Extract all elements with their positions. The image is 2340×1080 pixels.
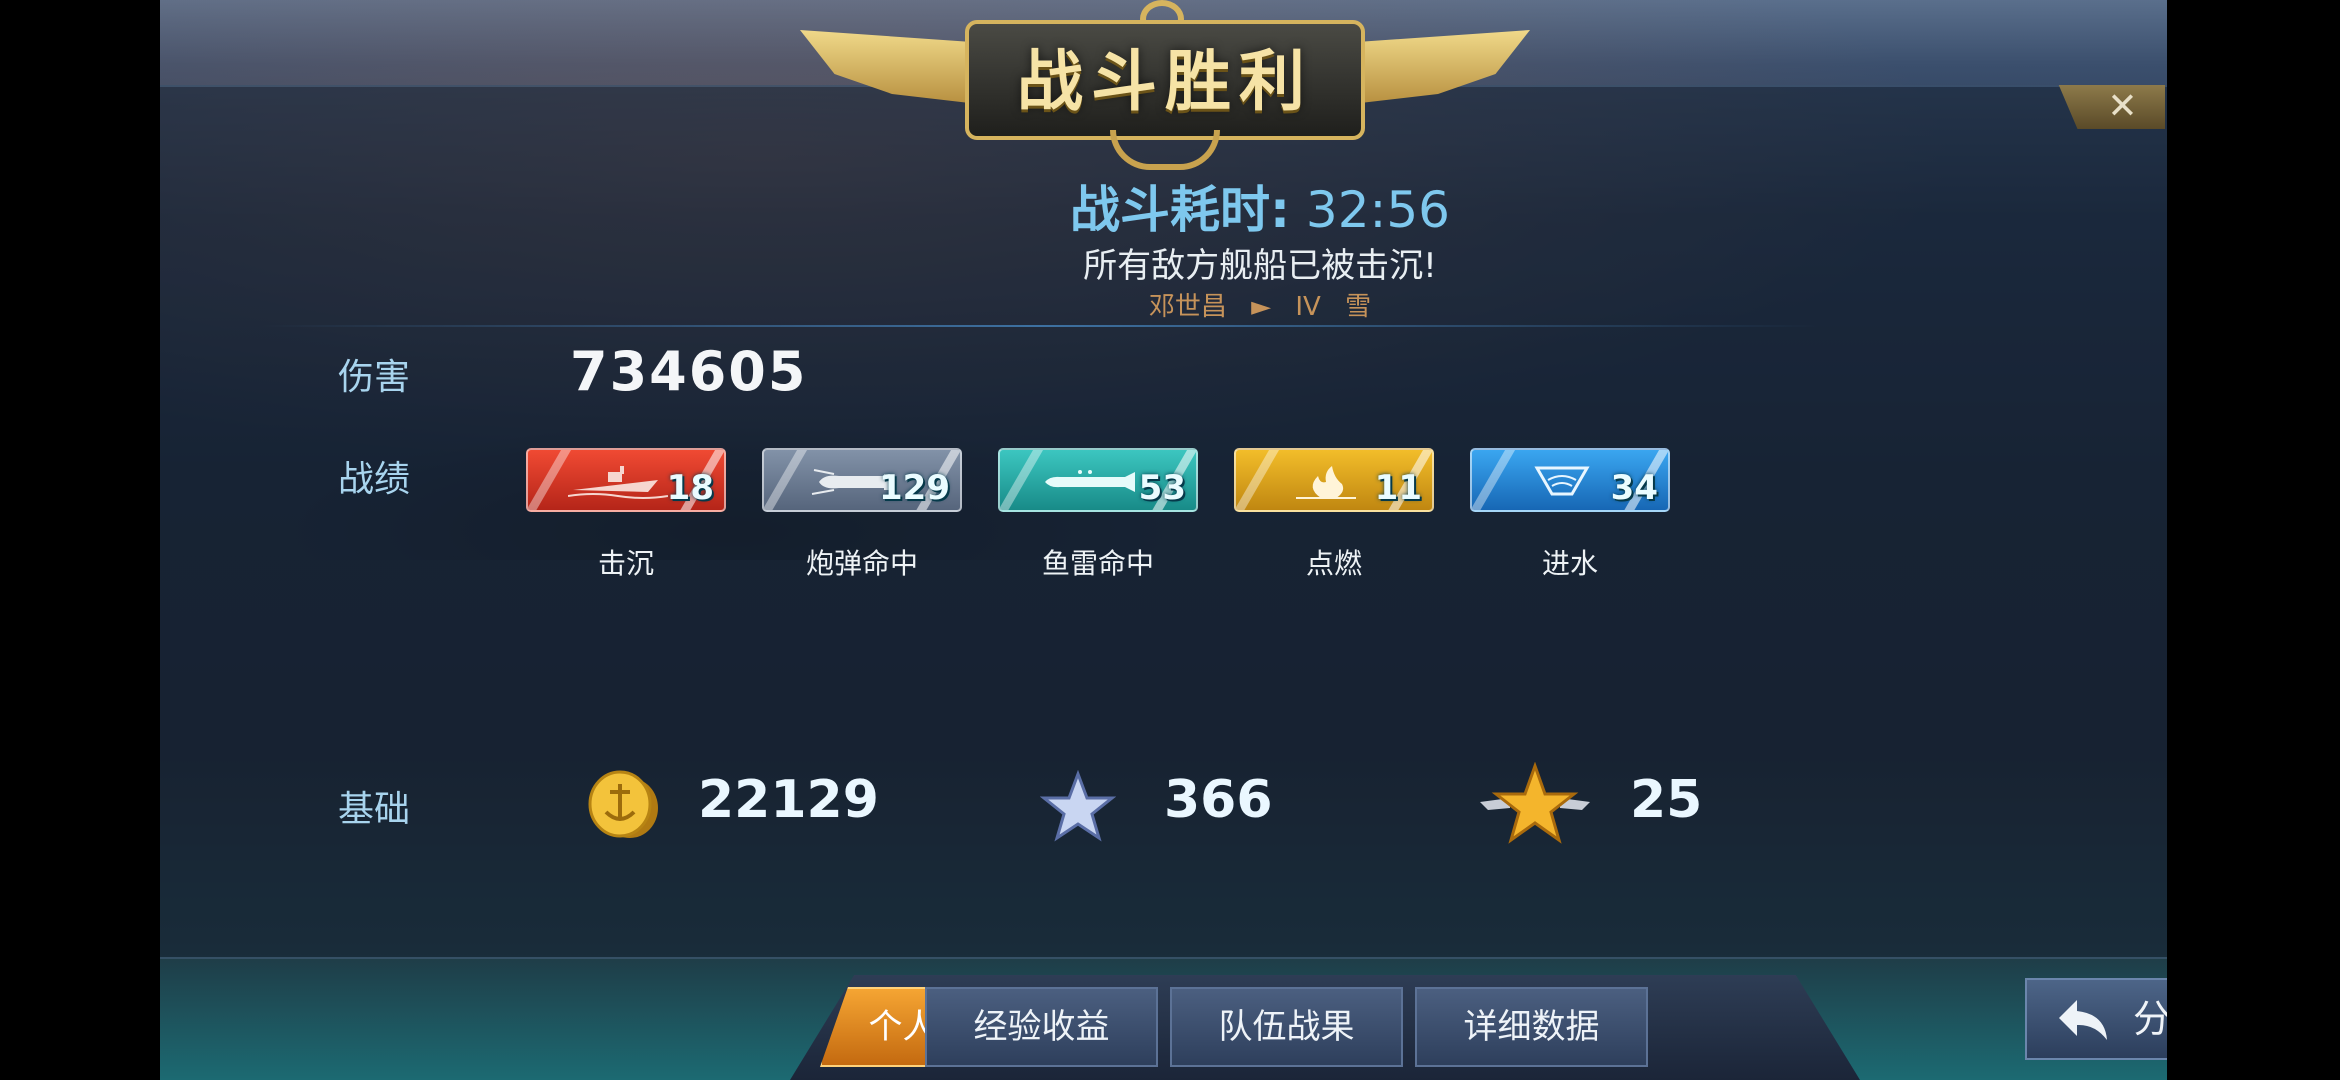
ship-name: 雪 — [1345, 292, 1372, 322]
share-button[interactable]: 分享 — [2025, 978, 2167, 1060]
record-label: 战绩 — [338, 459, 411, 500]
base-label: 基础 — [338, 789, 411, 830]
stat-badge-shell-hits: 129 — [762, 448, 962, 512]
stat-badge-flood: 34 — [1470, 448, 1670, 512]
victory-title: 战斗胜利 — [1017, 43, 1313, 120]
stat-badge-torpedo-hits: 53 — [998, 448, 1198, 512]
battle-time-value: 32:56 — [1305, 181, 1450, 239]
battle-duration: 战斗耗时: 32:56 — [960, 170, 1560, 242]
header-divider — [260, 325, 1820, 327]
damage-value: 734605 — [570, 340, 808, 403]
battle-result-screen: 战斗胜利 ✕ 战斗耗时: 32:56 所有敌方舰船已被击沉! 邓世昌 ► IV … — [160, 0, 2167, 1080]
stat-label-ignite: 点燃 — [1305, 547, 1362, 580]
experience-value: 366 — [1164, 770, 1273, 830]
stat-count: 53 — [1138, 468, 1186, 508]
rank-points-value: 25 — [1630, 770, 1703, 830]
stat-label-torpedo-hits: 鱼雷命中 — [1041, 547, 1154, 580]
rank-star-icon — [1480, 762, 1590, 844]
stat-count: 34 — [1610, 468, 1658, 508]
torpedo-icon — [1045, 470, 1135, 492]
tab-team-results[interactable]: 队伍战果 — [1170, 987, 1403, 1067]
captain-ship-line: 邓世昌 ► IV 雪 — [960, 286, 1560, 323]
victory-badge: 战斗胜利 — [800, 0, 1530, 180]
stat-count: 18 — [666, 468, 714, 508]
stat-label-sink: 击沉 — [597, 547, 654, 580]
tab-experience-gains[interactable]: 经验收益 — [925, 987, 1158, 1067]
experience-star-icon — [1040, 770, 1116, 842]
ship-sink-icon — [568, 466, 668, 499]
gold-coin-icon — [588, 770, 658, 838]
anchor-icon — [1110, 130, 1220, 170]
result-message: 所有敌方舰船已被击沉! — [1083, 246, 1437, 286]
stat-count: 129 — [879, 468, 950, 508]
flood-icon — [1534, 466, 1590, 496]
ship-tier: IV — [1295, 292, 1321, 322]
stat-badge-ignite: 11 — [1234, 448, 1434, 512]
close-icon: ✕ — [2107, 86, 2138, 127]
stat-count: 11 — [1374, 468, 1422, 508]
stat-label-flood: 进水 — [1541, 547, 1598, 580]
coin-value: 22129 — [698, 770, 879, 830]
tab-detailed-data[interactable]: 详细数据 — [1415, 987, 1648, 1067]
stat-label-shell-hits: 炮弹命中 — [805, 547, 918, 580]
stat-badge-sink: 18 — [526, 448, 726, 512]
battle-time-label: 战斗耗时: — [1070, 181, 1290, 239]
damage-label: 伤害 — [338, 357, 411, 398]
share-back-arrow-icon — [2059, 1000, 2107, 1040]
fire-icon — [1296, 466, 1356, 499]
arrow-right-icon: ► — [1251, 292, 1272, 322]
captain-name: 邓世昌 — [1148, 292, 1227, 322]
share-label: 分享 — [2133, 997, 2167, 1041]
